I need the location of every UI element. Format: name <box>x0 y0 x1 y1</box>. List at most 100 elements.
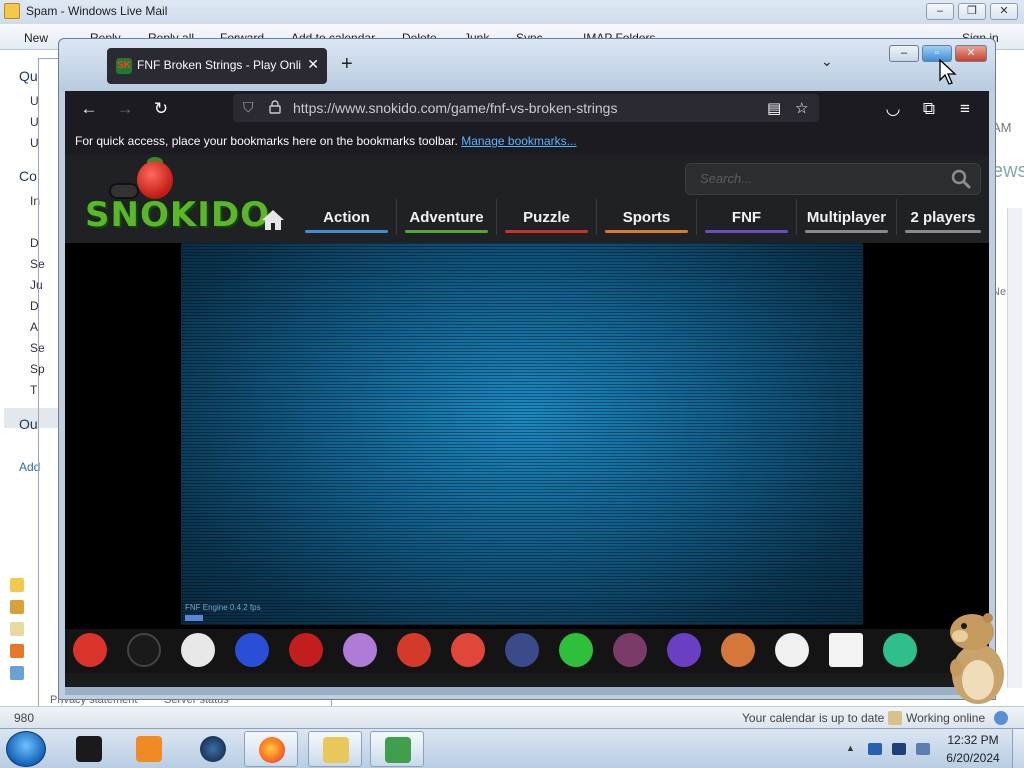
mario-icon[interactable] <box>397 633 431 667</box>
nav-category-puzzle[interactable]: Puzzle <box>497 199 597 235</box>
dark-app-icon <box>76 736 102 762</box>
manage-bookmarks-link[interactable]: Manage bookmarks... <box>461 134 576 148</box>
quick-views-header[interactable]: Qu <box>19 68 38 84</box>
clock-date[interactable]: 6/20/2024 <box>938 751 1008 765</box>
folder-item[interactable]: A <box>30 320 38 334</box>
outbox-header[interactable]: Ou <box>19 416 38 432</box>
nav-category-sports[interactable]: Sports <box>597 199 697 235</box>
nav-category-2-players[interactable]: 2 players <box>897 199 989 235</box>
reload-icon[interactable]: ↻ <box>149 97 173 121</box>
boyfriend-icon[interactable] <box>73 633 107 667</box>
start-button[interactable] <box>6 731 46 767</box>
mouse-cursor-icon <box>939 59 957 85</box>
firefox-bottom-frame <box>65 687 989 695</box>
url-bar[interactable]: ⛉ https://www.snokido.com/game/fnf-vs-br… <box>233 94 819 122</box>
show-desktop-button[interactable] <box>1012 729 1024 768</box>
tracking-shield-icon[interactable]: ⛉ <box>243 99 254 116</box>
fox-character-icon[interactable] <box>721 633 755 667</box>
cuphead-icon[interactable] <box>181 633 215 667</box>
lock-icon[interactable] <box>269 100 281 114</box>
volume-icon[interactable] <box>916 743 930 755</box>
firefox-minimize-button[interactable]: – <box>889 45 919 62</box>
tray-expand-icon[interactable]: ▲ <box>846 743 860 755</box>
nav-category-label: Sports <box>622 209 671 226</box>
hamster-sticker <box>950 613 1004 704</box>
nav-category-underline <box>905 230 981 233</box>
logo-strawberry-icon <box>137 161 173 199</box>
nav-category-underline <box>305 230 388 233</box>
taskbar-app-2[interactable] <box>122 731 176 767</box>
nav-category-label: 2 players <box>910 209 976 226</box>
new-tab-icon[interactable]: + <box>341 53 353 76</box>
dark-sonic-icon[interactable] <box>505 633 539 667</box>
site-search[interactable] <box>685 163 981 195</box>
feeds-nav-icon[interactable] <box>10 644 24 658</box>
calendar-nav-icon[interactable] <box>10 600 24 614</box>
girl-character-icon[interactable] <box>613 633 647 667</box>
clock-time[interactable]: 12:32 PM <box>938 733 1008 747</box>
snoopy-icon[interactable] <box>775 633 809 667</box>
mouse-character-icon[interactable] <box>343 633 377 667</box>
close-tab-icon[interactable]: ✕ <box>307 56 319 73</box>
site-logo[interactable]: SNOKIDO <box>85 195 270 235</box>
green-blob-icon[interactable] <box>559 633 593 667</box>
firefox-window: SK FNF Broken Strings - Play Online ✕ + … <box>58 38 996 700</box>
firefox-close-button[interactable]: ✕ <box>955 45 987 62</box>
wlm-title: Spam - Windows Live Mail <box>26 4 168 18</box>
wlm-minimize-button[interactable]: – <box>926 3 954 20</box>
box-face-icon[interactable] <box>829 633 863 667</box>
taskbar-app-1[interactable] <box>62 731 116 767</box>
extensions-icon[interactable]: ⧉ <box>917 97 941 121</box>
wlm-status-bar: 980 Your calendar is up to date Working … <box>0 706 1024 728</box>
back-icon[interactable]: ← <box>77 97 101 121</box>
bookmarks-hint-row: For quick access, place your bookmarks h… <box>75 134 577 148</box>
tray-app-icon[interactable] <box>868 743 882 755</box>
pocket-icon[interactable]: ◡ <box>881 97 905 121</box>
calendar-status: Your calendar is up to date <box>742 711 885 725</box>
taskbar-firefox[interactable] <box>244 731 298 767</box>
tab-title: FNF Broken Strings - Play Online <box>137 58 301 72</box>
related-games-strip <box>65 629 989 673</box>
bookmarks-toolbar: For quick access, place your bookmarks h… <box>65 125 989 155</box>
account-header[interactable]: Co <box>19 168 37 184</box>
ribbon-new-button[interactable]: New <box>24 31 48 45</box>
bomb-character-icon[interactable] <box>127 633 161 667</box>
reader-view-icon[interactable]: ▤ <box>767 99 781 117</box>
impostor-icon[interactable] <box>289 633 323 667</box>
nav-category-underline <box>505 230 588 233</box>
calendar-status-icon <box>888 711 902 725</box>
wlm-close-button[interactable]: ✕ <box>990 3 1018 20</box>
newsgroups-nav-icon[interactable] <box>10 666 24 680</box>
mail-nav-icon[interactable] <box>10 578 24 592</box>
folder-item[interactable]: T <box>30 383 37 397</box>
sonic-exe-icon[interactable] <box>235 633 269 667</box>
wlm-restore-button[interactable]: ❐ <box>958 3 986 20</box>
search-icon[interactable] <box>950 168 972 190</box>
game-scanlines <box>181 243 863 625</box>
catnap-icon[interactable] <box>667 633 701 667</box>
search-input[interactable] <box>700 171 940 186</box>
game-canvas[interactable]: FNF Engine 0.4.2 fps <box>181 243 863 625</box>
taskbar-explorer[interactable] <box>308 731 362 767</box>
nav-category-action[interactable]: Action <box>297 199 397 235</box>
nav-category-label: Puzzle <box>523 209 570 226</box>
tab-active[interactable]: SK FNF Broken Strings - Play Online ✕ <box>107 48 327 84</box>
contacts-nav-icon[interactable] <box>10 622 24 636</box>
wlm-scrollbar[interactable] <box>1007 208 1022 688</box>
globe-app-icon <box>200 736 226 762</box>
green-hair-icon[interactable] <box>883 633 917 667</box>
nav-category-fnf[interactable]: FNF <box>697 199 797 235</box>
taskbar-app-3[interactable] <box>186 731 240 767</box>
list-all-tabs-icon[interactable]: ⌄ <box>821 53 833 70</box>
home-icon[interactable] <box>261 209 285 231</box>
forward-icon[interactable]: → <box>113 97 137 121</box>
taskbar-live-mail[interactable] <box>370 731 424 767</box>
nav-category-adventure[interactable]: Adventure <box>397 199 497 235</box>
url-text[interactable]: https://www.snokido.com/game/fnf-vs-brok… <box>293 100 617 116</box>
network-icon[interactable] <box>892 743 906 755</box>
menu-hamburger-icon[interactable]: ≡ <box>953 97 977 121</box>
site-header: SNOKIDO Action Adventure Puzzle <box>65 155 989 243</box>
nav-category-multiplayer[interactable]: Multiplayer <box>797 199 897 235</box>
digital-circus-icon[interactable] <box>451 633 485 667</box>
bookmark-star-icon[interactable]: ☆ <box>795 99 808 117</box>
